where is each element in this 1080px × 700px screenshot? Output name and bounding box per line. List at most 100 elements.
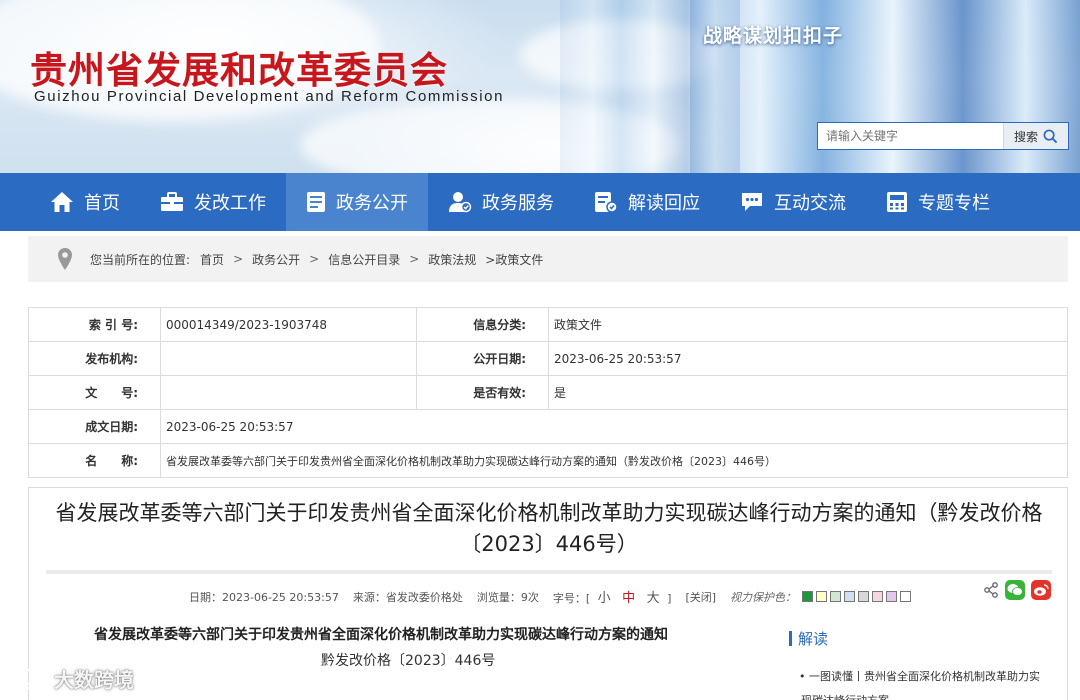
breadcrumb-item-home[interactable]: 首页 [200,251,224,268]
eye-care-swatch[interactable] [830,591,842,602]
document-heading: 省发展改革委等六部门关于印发贵州省全面深化价格机制改革助力实现碳达峰行动方案的通… [94,627,668,643]
chat-icon [742,193,762,211]
site-title-english: Guizhou Provincial Development and Refor… [34,88,505,105]
eye-care-swatch[interactable] [900,591,912,602]
created-date-value: 2023-06-25 20:53:57 [160,409,1068,444]
edit-document-icon [595,192,618,213]
nav-item-work[interactable]: 发改工作 [140,173,286,231]
wechat-icon[interactable] [1005,580,1025,600]
document-info-table: 索 引 号: 000014349/2023-1903748 信息分类: 政策文件… [28,307,1068,478]
document-number: 黔发改价格〔2023〕446号 [321,653,496,669]
created-date-label: 成文日期: [28,409,161,444]
eye-care-swatch[interactable] [858,591,870,602]
font-size-control: 字号：[ 小 中 大 ] [553,587,672,606]
watermark: 大数跨境 [8,664,134,693]
calculator-icon [887,192,907,212]
nav-label: 发改工作 [194,193,266,214]
location-pin-icon [58,248,72,270]
breadcrumb-item-policy-docs[interactable]: >政策文件 [485,251,543,268]
bullet: • [799,670,809,683]
nav-item-gov-affairs[interactable]: 政务公开 [286,173,428,231]
header-banner: 贵州省发展和改革委员会 Guizhou Provincial Developme… [0,0,1080,173]
font-size-label: 字号：[ [552,592,591,605]
validity-label: 是否有效: [416,375,549,410]
main-nav: 首页 发改工作 政务公开 政务服务 解读回应 互动交流 专题专栏 [0,173,1080,231]
title-divider [46,570,1052,574]
name-label: 名 称: [28,443,161,478]
site-title: 贵州省发展和改革委员会 [30,49,448,92]
nav-label: 首页 [84,193,120,214]
table-row: 发布机构: 公开日期: 2023-06-25 20:53:57 [28,341,1068,376]
meta-source: 来源：省发改委价格处 [352,590,463,604]
eye-care-swatch[interactable] [802,591,814,602]
watermark-text: 大数跨境 [54,668,134,692]
doc-number-label: 文 号: [28,375,161,410]
publish-date-label: 公开日期: [416,341,549,376]
font-size-medium[interactable]: 中 [622,591,635,606]
nav-item-special-topics[interactable]: 专题专栏 [866,173,1010,231]
breadcrumb-separator: > [233,252,244,266]
search-icon [1043,129,1058,143]
weibo-icon[interactable] [1031,580,1051,600]
index-value: 000014349/2023-1903748 [160,307,417,342]
article-title: 省发展改革委等六部门关于印发贵州省全面深化价格机制改革助力实现碳达峰行动方案的通… [55,501,1043,556]
sidebar-item-link[interactable]: • 一图读懂丨贵州省全面深化价格机制改革助力实现碳达峰行动方案 [789,665,1049,700]
breadcrumb-item-catalog[interactable]: 信息公开目录 [328,251,400,268]
article-panel: 省发展改革委等六部门关于印发贵州省全面深化价格机制改革助力实现碳达峰行动方案的通… [28,487,1068,700]
document-icon [307,192,325,212]
close-link[interactable]: [关闭] [685,589,716,605]
search-button-label: 搜索 [1013,129,1038,144]
table-row: 文 号: 是否有效: 是 [28,375,1068,410]
breadcrumb: 您当前所在的位置: 首页 > 政务公开 > 信息公开目录 > 政策法规 >政策文… [28,236,1068,282]
breadcrumb-item-gov-affairs[interactable]: 政务公开 [252,251,300,268]
article-meta: 日期：2023-06-25 20:53:57 来源：省发改委价格处 浏览量：9次… [189,587,914,606]
nav-item-interpretation[interactable]: 解读回应 [574,173,720,231]
breadcrumb-separator: > [309,252,320,266]
watermark-logo-icon [8,668,43,690]
doc-number-value [160,375,417,410]
nav-item-home[interactable]: 首页 [30,173,140,231]
font-size-end: ] [667,592,672,605]
publisher-label: 发布机构: [28,341,161,376]
sidebar-heading-label: 解读 [798,630,829,648]
eye-care-swatch[interactable] [886,591,898,602]
search-button[interactable]: 搜索 [1003,123,1068,149]
meta-date: 日期：2023-06-25 20:53:57 [189,590,339,604]
nav-item-services[interactable]: 政务服务 [428,173,574,231]
user-service-icon [449,192,472,213]
sidebar-heading: 解读 [789,628,1049,649]
share-icon[interactable] [983,582,999,598]
eye-care-label: 视力保护色： [730,590,797,604]
validity-value: 是 [548,375,1068,410]
eye-care-swatch[interactable] [872,591,884,602]
font-size-small[interactable]: 小 [598,591,611,606]
breadcrumb-separator: > [409,252,420,266]
table-row: 名 称: 省发展改革委等六部门关于印发贵州省全面深化价格机制改革助力实现碳达峰行… [28,443,1068,478]
breadcrumb-item-regulations[interactable]: 政策法规 [428,251,476,268]
share-bar [983,580,1051,600]
nav-label: 政务服务 [482,193,554,214]
meta-views: 浏览量：9次 [476,590,539,604]
category-value: 政策文件 [548,307,1068,342]
breadcrumb-prefix: 您当前所在的位置: [90,252,191,267]
interpretation-sidebar: 解读 • 一图读懂丨贵州省全面深化价格机制改革助力实现碳达峰行动方案 [789,628,1049,700]
nav-label: 政务公开 [336,193,408,214]
eye-care-swatch[interactable] [816,591,828,602]
nav-item-interaction[interactable]: 互动交流 [720,173,866,231]
briefcase-icon [161,192,183,211]
nav-label: 专题专栏 [918,193,990,214]
index-label: 索 引 号: [28,307,161,342]
nav-label: 解读回应 [628,193,700,214]
search-input[interactable] [818,123,1004,149]
name-value: 省发展改革委等六部门关于印发贵州省全面深化价格机制改革助力实现碳达峰行动方案的通… [160,443,1068,478]
heading-accent-bar [789,631,792,646]
sidebar-item-label: 一图读懂丨贵州省全面深化价格机制改革助力实现碳达峰行动方案 [801,670,1040,700]
category-label: 信息分类: [416,307,549,342]
eye-care-swatch[interactable] [844,591,856,602]
table-row: 索 引 号: 000014349/2023-1903748 信息分类: 政策文件 [28,307,1068,342]
publish-date-value: 2023-06-25 20:53:57 [548,341,1068,376]
header-slogan: 战略谋划扣扣子 [703,25,844,47]
publisher-value [160,341,417,376]
table-row: 成文日期: 2023-06-25 20:53:57 [28,409,1068,444]
font-size-large[interactable]: 大 [647,591,660,606]
